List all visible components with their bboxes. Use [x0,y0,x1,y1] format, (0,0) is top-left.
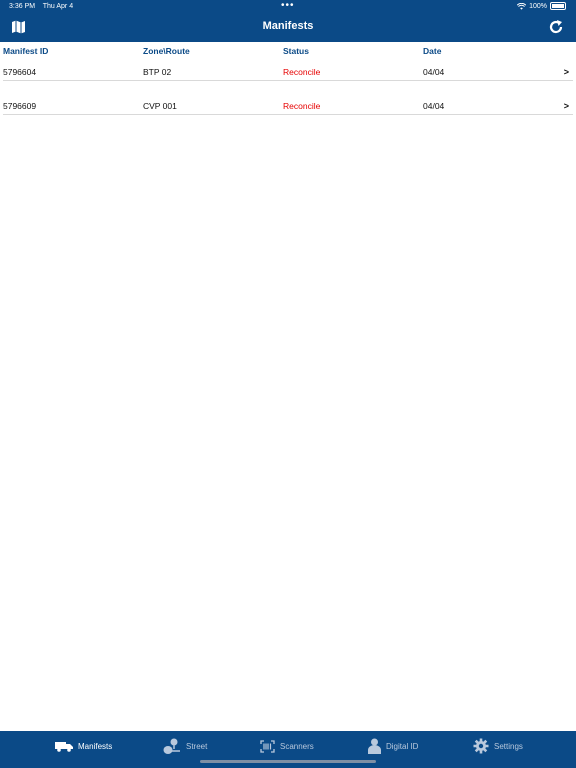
person-icon [368,738,381,754]
tab-label: Digital ID [386,741,419,751]
multitask-dots-icon[interactable]: ••• [281,0,295,11]
tab-label: Settings [494,741,523,751]
page-title: Manifests [262,20,314,32]
status-text: Reconcile [283,101,321,111]
tab-digital-id[interactable]: Digital ID [368,731,418,761]
tab-label: Street [186,741,208,751]
date-text: 04/04 [423,67,445,77]
battery-icon [550,2,566,10]
table-row[interactable]: 5796609 CVP 001 Reconcile 04/04 > [3,80,573,115]
battery-percent: 100% [529,2,547,10]
home-indicator[interactable] [200,760,376,763]
date-text: 04/04 [423,101,445,111]
tab-settings[interactable]: Settings [473,731,523,761]
zone-route: BTP 02 [143,67,172,77]
gear-icon [473,738,489,754]
manifest-id: 5796609 [3,101,37,111]
status-bar: 3:36 PM Thu Apr 4 ••• 100% [0,0,576,14]
tab-manifests[interactable]: Manifests [55,731,112,761]
refresh-icon[interactable] [548,19,564,35]
chevron-right-icon[interactable]: > [564,67,569,77]
top-bar: 3:36 PM Thu Apr 4 ••• 100% Manifests [0,0,576,42]
tab-label: Manifests [78,741,113,751]
table-row[interactable]: 5796604 BTP 02 Reconcile 04/04 > [3,46,573,81]
zone-route: CVP 001 [143,101,177,111]
status-text: Reconcile [283,67,321,77]
manifest-id: 5796604 [3,67,37,77]
tab-label: Scanners [280,741,314,751]
truck-icon [55,741,73,752]
street-pin-icon [163,738,180,754]
tab-street[interactable]: Street [163,731,207,761]
tab-scanners[interactable]: Scanners [260,731,314,761]
chevron-right-icon[interactable]: > [564,101,569,111]
status-date: Thu Apr 4 [42,3,74,10]
wifi-icon [517,2,527,10]
barcode-scanner-icon [260,739,275,753]
status-time: 3:36 PM [9,3,36,10]
